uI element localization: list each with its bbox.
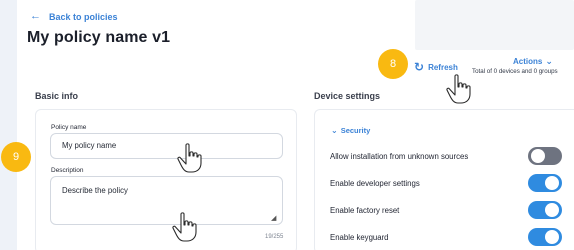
refresh-label: Refresh	[428, 62, 458, 72]
toggle-factory-reset[interactable]	[528, 201, 562, 219]
hand-pointer-icon	[177, 143, 202, 173]
top-right-panel	[415, 0, 574, 50]
toggle-developer-settings[interactable]	[528, 174, 562, 192]
hand-pointer-icon	[446, 74, 471, 104]
security-group-label: Security	[340, 126, 371, 135]
page-title: My policy name v1	[27, 29, 171, 46]
step-badge-9: 9	[1, 142, 31, 172]
actions-label: Actions	[513, 57, 543, 66]
policy-name-input[interactable]: My policy name	[50, 133, 283, 159]
toggle-knob	[545, 203, 559, 217]
device-settings-title: Device settings	[314, 91, 381, 101]
description-counter: 19/255	[265, 234, 284, 240]
setting-label-keyguard: Enable keyguard	[330, 233, 389, 242]
security-group-toggle[interactable]: ⌄ Security	[331, 126, 370, 135]
step-badge-8: 8	[378, 49, 408, 79]
toggle-unknown-sources[interactable]	[528, 147, 562, 165]
actions-dropdown[interactable]: Actions ⌄	[513, 56, 553, 67]
setting-label-unknown-sources: Allow installation from unknown sources	[330, 152, 469, 161]
setting-label-factory-reset: Enable factory reset	[330, 206, 400, 215]
toggle-knob	[531, 149, 545, 163]
back-link-label: Back to policies	[49, 11, 118, 22]
setting-label-developer-settings: Enable developer settings	[330, 179, 420, 188]
basic-info-title: Basic info	[35, 91, 79, 101]
description-label: Description	[51, 167, 84, 174]
back-to-policies-link[interactable]: ← Back to policies	[30, 11, 118, 22]
toggle-keyguard[interactable]	[528, 228, 562, 246]
policy-name-label: Policy name	[51, 124, 87, 131]
hand-pointer-icon	[172, 212, 197, 242]
totals-text: Total of 0 devices and 0 groups	[472, 68, 558, 75]
resize-handle-icon[interactable]: ◢	[271, 214, 276, 222]
chevron-down-icon: ⌄	[545, 56, 553, 66]
description-textarea[interactable]: Describe the policy	[50, 176, 283, 225]
toggle-knob	[545, 230, 559, 244]
toggle-knob	[545, 176, 559, 190]
refresh-icon: ↻	[414, 60, 425, 74]
left-sidebar-strip	[0, 0, 17, 250]
arrow-left-icon: ←	[30, 10, 41, 22]
refresh-button[interactable]: ↻ Refresh	[414, 61, 458, 73]
chevron-down-icon: ⌄	[331, 126, 338, 135]
